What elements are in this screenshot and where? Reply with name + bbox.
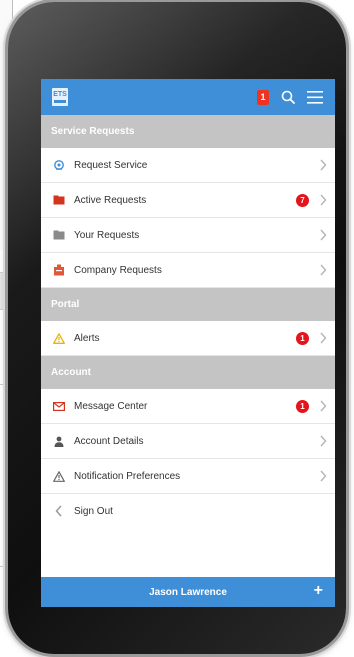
chevron-right-icon <box>320 435 327 447</box>
count-badge: 1 <box>296 331 309 345</box>
menu-item-label: Account Details <box>74 435 144 447</box>
user-footer-bar[interactable]: Jason Lawrence + <box>41 577 335 607</box>
menu-item-label: Company Requests <box>74 264 162 276</box>
menu-item-active-requests[interactable]: Active Requests 7 <box>41 183 335 218</box>
hamburger-menu-icon[interactable] <box>307 90 323 104</box>
add-button[interactable]: + <box>314 583 323 599</box>
chevron-left-icon <box>53 505 65 517</box>
menu-item-alerts[interactable]: Alerts 1 <box>41 321 335 356</box>
building-icon <box>53 264 65 276</box>
logo-bar <box>54 100 66 103</box>
menu-item-label: Request Service <box>74 159 148 171</box>
app-header: ETS 1 <box>41 79 335 115</box>
chevron-right-icon <box>320 400 327 412</box>
chevron-right-icon <box>320 470 327 482</box>
section-header-account: Account <box>41 356 335 389</box>
menu-item-your-requests[interactable]: Your Requests <box>41 218 335 253</box>
user-icon <box>53 435 65 447</box>
chevron-right-icon <box>320 159 327 171</box>
user-name: Jason Lawrence <box>149 586 227 598</box>
menu-item-label: Sign Out <box>74 505 113 517</box>
section-header-portal: Portal <box>41 288 335 321</box>
chevron-right-icon <box>320 332 327 344</box>
count-badge: 7 <box>296 193 309 207</box>
menu-item-label: Notification Preferences <box>74 470 181 482</box>
warning-outline-icon <box>53 470 65 482</box>
menu-item-label: Active Requests <box>74 194 147 206</box>
warning-icon <box>53 332 65 344</box>
section-header-service-requests: Service Requests <box>41 115 335 148</box>
menu-item-sign-out[interactable]: Sign Out <box>41 494 335 528</box>
service-bell-icon <box>53 159 65 171</box>
envelope-icon <box>53 400 65 412</box>
menu-item-request-service[interactable]: Request Service <box>41 148 335 183</box>
menu-item-label: Your Requests <box>74 229 140 241</box>
menu-item-message-center[interactable]: Message Center 1 <box>41 389 335 424</box>
phone-frame: ETS 1 Service Requests Request Service A… <box>8 2 346 654</box>
menu-item-label: Alerts <box>74 332 100 344</box>
chevron-right-icon <box>320 194 327 206</box>
folder-red-icon <box>53 194 65 206</box>
menu-item-company-requests[interactable]: Company Requests <box>41 253 335 288</box>
notification-badge[interactable]: 1 <box>257 89 269 105</box>
phone-screen: ETS 1 Service Requests Request Service A… <box>41 79 335 607</box>
chevron-right-icon <box>320 229 327 241</box>
count-badge: 1 <box>296 399 309 413</box>
app-logo[interactable]: ETS <box>52 88 68 106</box>
chevron-right-icon <box>320 264 327 276</box>
menu-item-account-details[interactable]: Account Details <box>41 424 335 459</box>
search-icon[interactable] <box>281 90 295 104</box>
logo-text: ETS <box>53 91 67 98</box>
folder-gray-icon <box>53 229 65 241</box>
menu-item-label: Message Center <box>74 400 148 412</box>
menu-item-notification-preferences[interactable]: Notification Preferences <box>41 459 335 494</box>
